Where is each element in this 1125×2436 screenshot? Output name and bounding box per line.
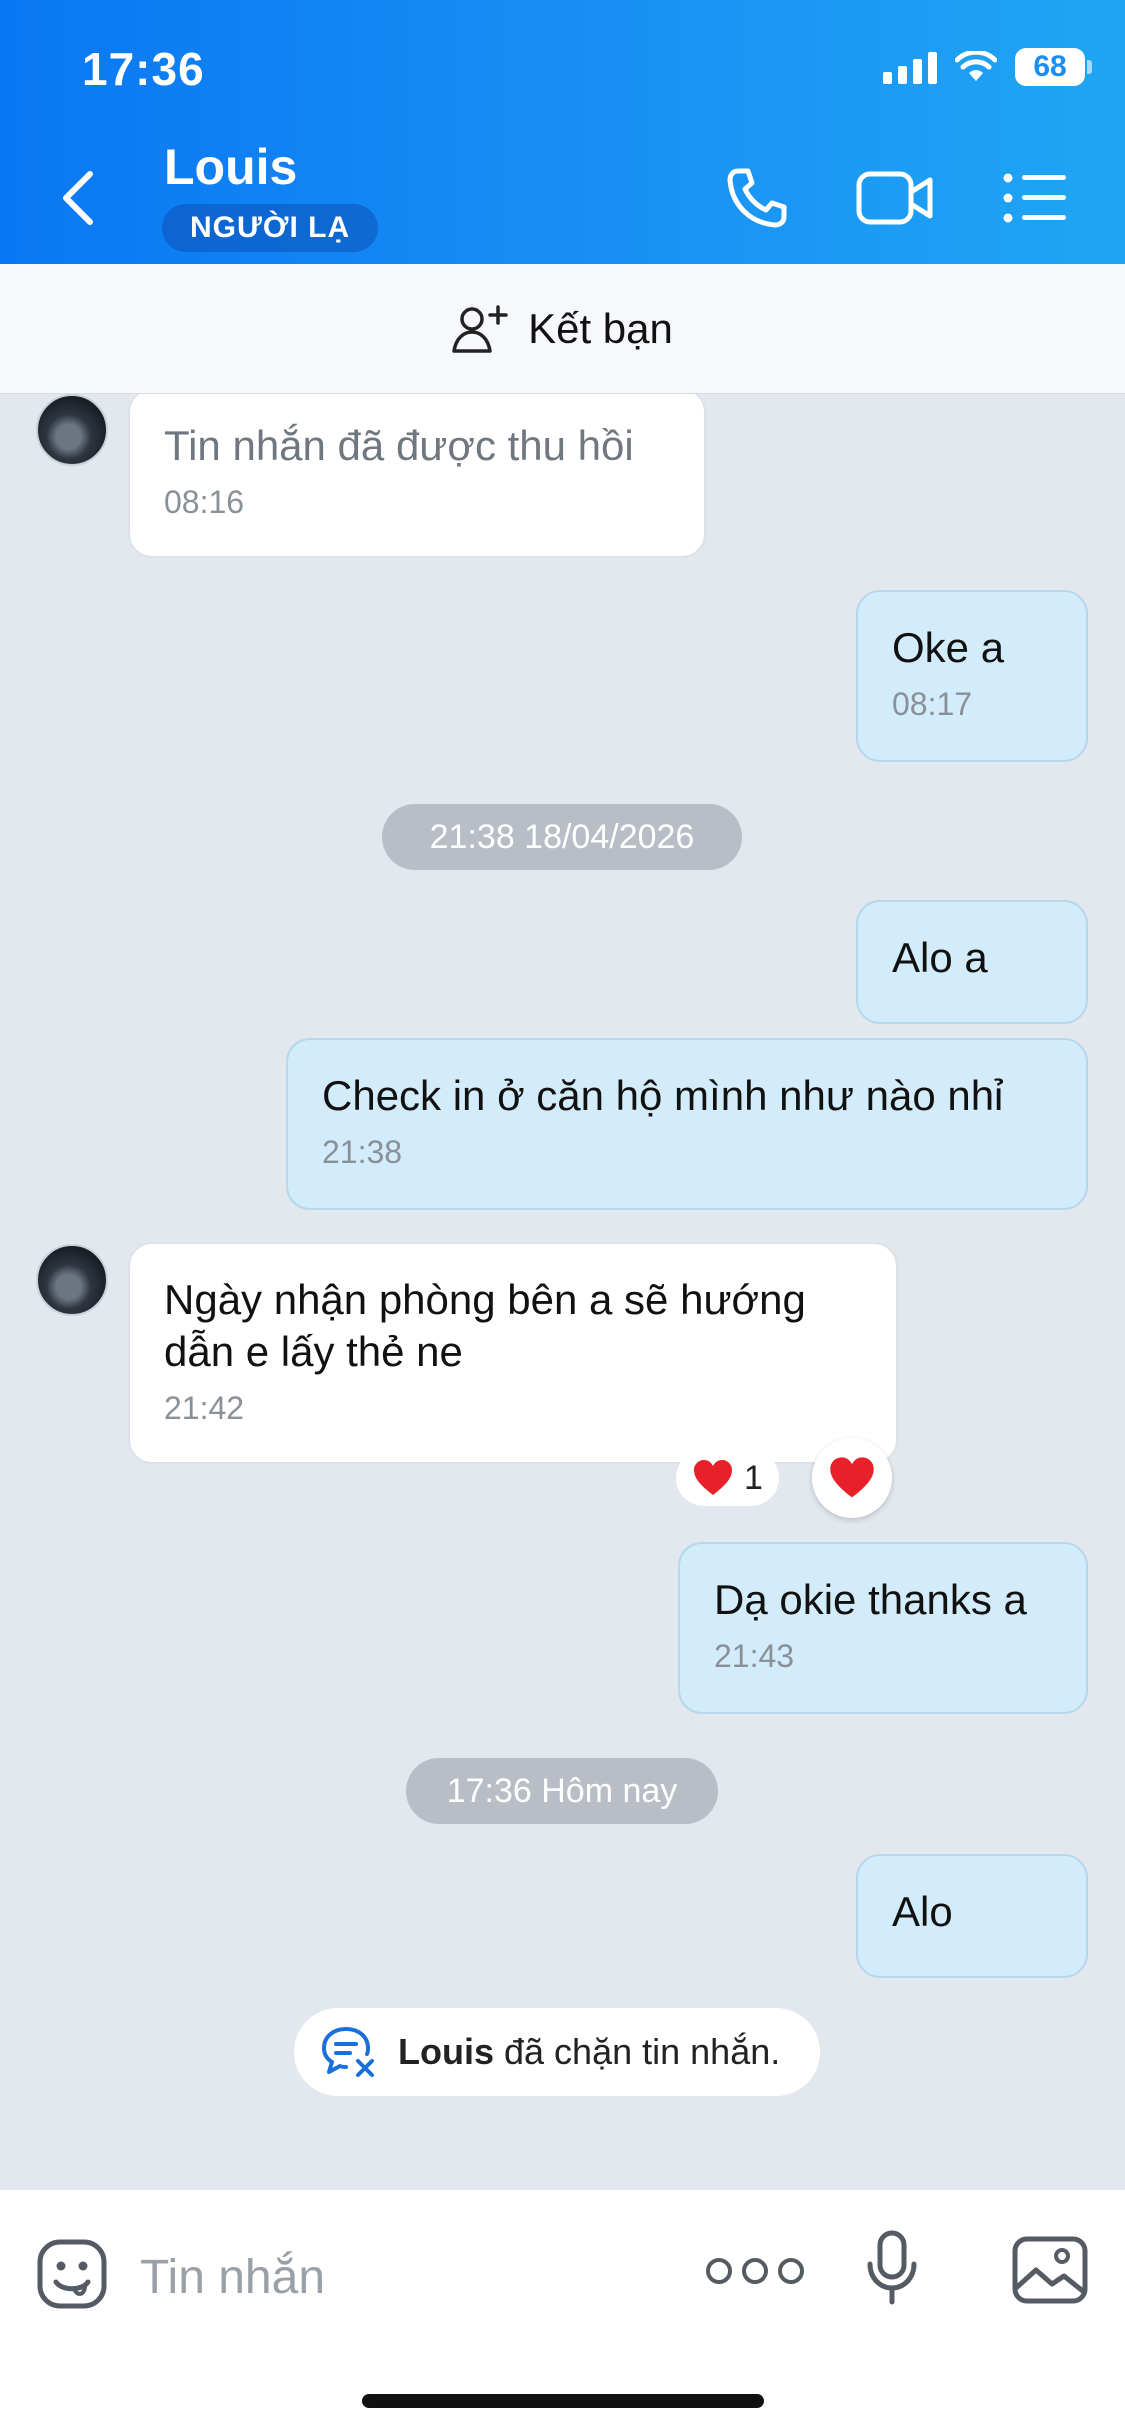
call-button[interactable] — [724, 160, 790, 236]
message-text: Ngày nhận phòng bên a sẽ hướng dẫn e lấy… — [164, 1276, 806, 1375]
status-time: 17:36 — [82, 43, 205, 95]
video-call-icon — [856, 171, 933, 225]
more-button[interactable] — [706, 2258, 804, 2284]
reaction-count: 1 — [744, 1458, 763, 1497]
menu-list-icon — [1003, 173, 1066, 223]
avatar[interactable] — [36, 1244, 108, 1316]
more-icon — [706, 2258, 732, 2284]
microphone-icon — [867, 2230, 917, 2305]
image-button[interactable] — [1012, 2236, 1088, 2309]
contact-name[interactable]: Louis — [164, 138, 297, 196]
battery-icon: 68 — [1015, 48, 1092, 86]
message-text: Tin nhắn đã được thu hồi — [164, 422, 634, 469]
add-friend-button[interactable]: Kết bạn — [0, 264, 1125, 394]
message-bubble[interactable]: Alo a — [856, 900, 1088, 1024]
message-time: 21:42 — [164, 1390, 245, 1426]
blocked-notice-text: Louis đã chặn tin nhắn. — [398, 2031, 781, 2072]
message-bubble[interactable]: Oke a 08:17 — [856, 590, 1088, 762]
chat-header: 17:36 68 Louis NGƯỜI LẠ — [0, 0, 1125, 264]
blocked-notice: Louis đã chặn tin nhắn. — [294, 2008, 821, 2096]
message-bubble[interactable]: Check in ở căn hộ mình như nào nhỉ 21:38 — [286, 1038, 1088, 1210]
message-time: 21:38 — [322, 1134, 403, 1170]
video-call-button[interactable] — [856, 160, 934, 236]
message-text: Oke a — [892, 624, 1005, 671]
message-time: 21:43 — [714, 1638, 795, 1674]
message-bubble[interactable]: Tin nhắn đã được thu hồi 08:16 — [128, 394, 706, 558]
signal-icon — [883, 50, 937, 84]
date-divider: 21:38 18/04/2026 — [382, 804, 742, 870]
message-bubble[interactable]: Dạ okie thanks a 21:43 — [678, 1542, 1088, 1714]
phone-icon — [727, 168, 787, 228]
back-icon — [63, 171, 93, 225]
back-button[interactable] — [58, 160, 118, 236]
sticker-icon — [37, 2239, 107, 2309]
wifi-icon — [955, 51, 997, 81]
date-divider: 17:36 Hôm nay — [406, 1758, 718, 1824]
message-text: Dạ okie thanks a — [714, 1576, 1027, 1623]
message-bubble[interactable]: Alo — [856, 1854, 1088, 1978]
status-icons: 68 — [883, 48, 1092, 86]
stranger-badge: NGƯỜI LẠ — [162, 204, 379, 252]
message-time: 08:17 — [892, 686, 973, 722]
heart-icon — [830, 1457, 874, 1498]
blocked-notice-name: Louis — [398, 2031, 494, 2072]
message-text: Alo — [892, 1888, 953, 1935]
heart-icon — [694, 1460, 732, 1495]
voice-button[interactable] — [866, 2230, 918, 2311]
message-input[interactable] — [140, 2242, 660, 2312]
blocked-chat-icon — [322, 2027, 374, 2077]
avatar[interactable] — [36, 394, 108, 466]
reaction-button[interactable] — [812, 1438, 892, 1518]
menu-button[interactable] — [1002, 160, 1068, 236]
home-indicator[interactable] — [362, 2394, 764, 2408]
message-list[interactable]: Tin nhắn đã được thu hồi 08:16 Oke a 08:… — [0, 394, 1125, 2190]
add-friend-label: Kết bạn — [528, 304, 673, 352]
image-icon — [1012, 2236, 1088, 2304]
message-time: 08:16 — [164, 484, 245, 520]
add-friend-icon — [452, 304, 508, 353]
message-text: Alo a — [892, 934, 988, 981]
message-bubble[interactable]: Ngày nhận phòng bên a sẽ hướng dẫn e lấy… — [128, 1242, 898, 1464]
sticker-button[interactable] — [36, 2238, 108, 2315]
message-text: Check in ở căn hộ mình như nào nhỉ — [322, 1072, 1004, 1119]
reaction-summary[interactable]: 1 — [676, 1450, 779, 1506]
